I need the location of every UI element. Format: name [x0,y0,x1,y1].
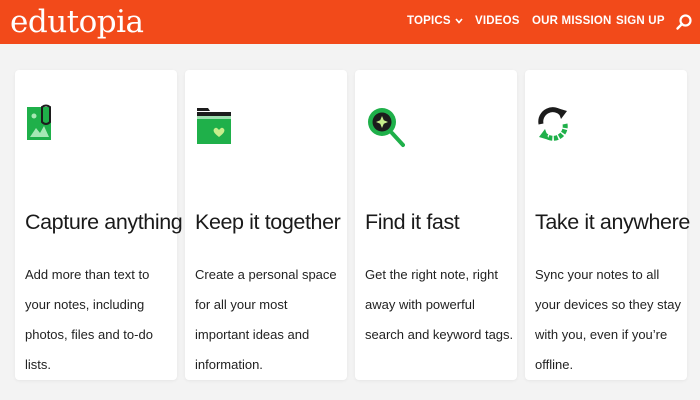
card-title: Find it fast [365,210,460,234]
photo-clip-icon [25,104,65,174]
feature-card-take-anywhere: Take it anywhere Sync your notes to all … [525,70,690,380]
nav-videos-label: VIDEOS [475,15,520,27]
sync-icon [535,104,575,174]
card-title: Take it anywhere [535,210,690,234]
nav-topics-label: TOPICS [407,15,451,27]
nav-sign-up-label: SIGN UP [616,15,665,27]
feature-card-find-fast: Find it fast Get the right note, right a… [355,70,517,380]
card-description: Add more than text to your notes, includ… [25,267,153,372]
feature-card-capture: Capture anything Add more than text to y… [15,70,183,380]
top-navigation-bar: edutopia TOPICS VIDEOS OUR MISSION SIGN … [0,0,700,44]
nav-our-mission[interactable]: OUR MISSION [532,15,612,27]
card-title: Capture anything [25,210,183,234]
card-title: Keep it together [195,210,341,234]
nav-our-mission-label: OUR MISSION [532,15,612,27]
nav-videos[interactable]: VIDEOS [475,15,520,27]
nav-sign-up[interactable]: SIGN UP [616,15,665,27]
search-icon[interactable] [675,13,693,31]
folder-heart-icon [195,104,235,174]
nav-topics[interactable]: TOPICS [407,15,463,27]
card-description: Sync your notes to all your devices so t… [535,267,681,372]
card-description: Create a personal space for all your mos… [195,267,337,372]
feature-card-keep-together: Keep it together Create a personal space… [185,70,347,380]
chevron-down-icon [455,15,463,27]
magnifier-icon [365,104,405,174]
card-description: Get the right note, right away with powe… [365,267,514,342]
logo[interactable]: edutopia [10,3,144,41]
